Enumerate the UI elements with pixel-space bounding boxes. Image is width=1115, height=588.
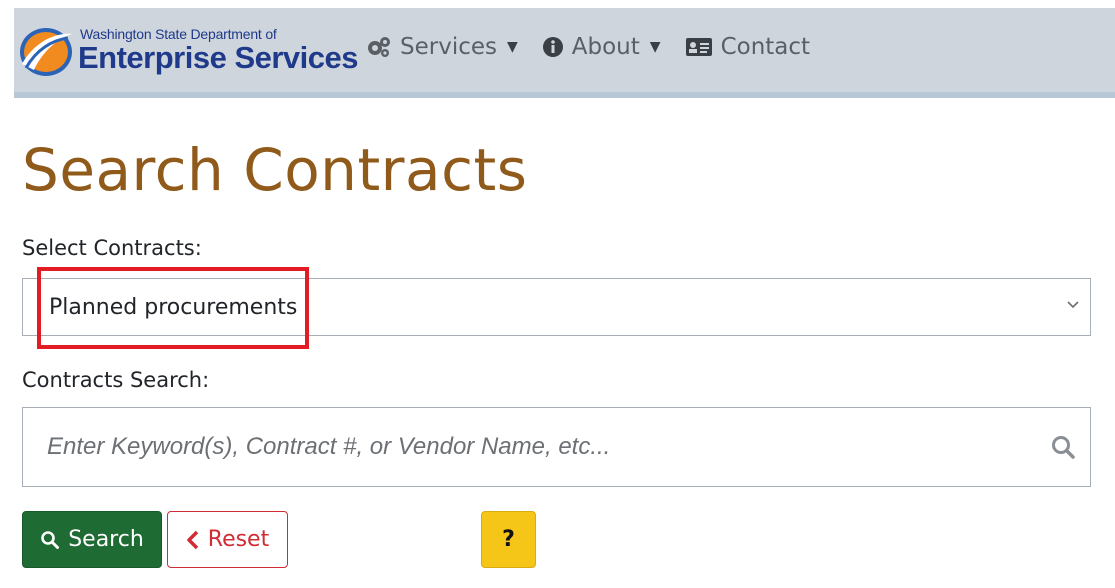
- search-button-label: Search: [68, 527, 144, 552]
- gears-icon: [366, 36, 392, 58]
- nav-services-label: Services: [400, 34, 497, 60]
- help-button[interactable]: ?: [481, 511, 536, 568]
- main-nav: Services ▼ About ▼ Contact: [366, 34, 834, 60]
- info-circle-icon: [542, 36, 564, 58]
- page-title: Search Contracts: [22, 136, 528, 204]
- search-icon: [40, 530, 60, 550]
- select-contracts-label: Select Contracts:: [22, 236, 202, 260]
- search-button[interactable]: Search: [22, 511, 162, 568]
- chevron-down-icon: ▼: [507, 39, 518, 55]
- nav-contact-label: Contact: [720, 34, 811, 60]
- logo-swoosh-icon: [20, 28, 72, 76]
- top-navbar: Washington State Department of Enterpris…: [14, 8, 1115, 98]
- chevron-down-icon: ▼: [649, 39, 661, 55]
- chevron-left-icon: [186, 530, 200, 550]
- contracts-search-label: Contracts Search:: [22, 368, 210, 392]
- chevron-down-icon: [1066, 297, 1080, 316]
- search-input[interactable]: [47, 426, 1037, 468]
- nav-about[interactable]: About ▼: [542, 34, 661, 60]
- logo-title: Enterprise Services: [78, 40, 359, 75]
- contracts-search-box: [22, 407, 1091, 487]
- reset-button[interactable]: Reset: [167, 511, 288, 568]
- help-button-label: ?: [502, 527, 515, 552]
- nav-contact[interactable]: Contact: [685, 34, 810, 60]
- annotation-highlight-box: [37, 267, 309, 349]
- des-logo[interactable]: Washington State Department of Enterpris…: [16, 22, 359, 86]
- nav-about-label: About: [571, 34, 640, 60]
- reset-button-label: Reset: [207, 527, 270, 552]
- search-icon[interactable]: [1050, 434, 1076, 465]
- contact-card-icon: [685, 36, 713, 58]
- nav-services[interactable]: Services ▼: [366, 34, 518, 60]
